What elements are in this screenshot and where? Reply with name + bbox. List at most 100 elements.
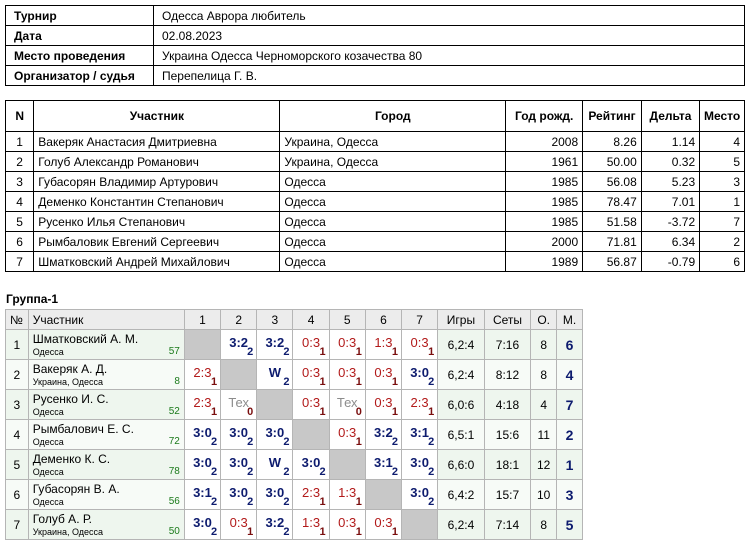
group-column-header: М.	[556, 309, 583, 330]
match-points: 2	[283, 496, 290, 508]
info-value: Одесса Аврора любитель	[153, 5, 745, 26]
group-column-header: 3	[256, 309, 294, 330]
match-result: 0:3 1	[330, 510, 365, 539]
games-cell: 6,5:1	[437, 419, 485, 450]
table-cell: 1.14	[640, 131, 701, 152]
match-result: 3:0 2	[293, 450, 328, 479]
player-city: Одесса	[32, 467, 64, 477]
self-match-cell	[256, 389, 294, 420]
player-name: Губасорян В. А.	[32, 482, 120, 496]
table-cell: -3.72	[640, 211, 701, 232]
match-result: 3:0 2	[185, 420, 220, 449]
player-rating: 50	[168, 526, 180, 537]
match-result: 3:0 2	[402, 480, 437, 509]
player-rating: 57	[168, 346, 180, 357]
match-result-cell: 0:3 1	[364, 389, 403, 420]
sets-cell: 18:1	[483, 449, 532, 480]
match-result-cell: 0:3 1	[364, 509, 403, 540]
table-cell: 50.00	[582, 151, 642, 172]
match-points: 1	[355, 346, 362, 358]
info-label: Место проведения	[5, 45, 154, 66]
match-points: 2	[283, 526, 290, 538]
table-cell: Одесса	[279, 171, 507, 192]
group-column-header: 1	[183, 309, 222, 330]
match-points: 1	[428, 406, 435, 418]
match-result: 3:0 2	[402, 450, 437, 479]
match-result-cell: 0:3 1	[328, 509, 366, 540]
player-rating: 78	[168, 466, 180, 477]
self-match-cell	[220, 359, 258, 390]
match-result: 1:3 1	[330, 480, 365, 509]
sets-cell: 15:6	[483, 419, 532, 450]
match-result-cell: 3:0 2	[183, 419, 222, 450]
match-result-cell: Тех 0	[328, 389, 366, 420]
group-player-cell: Рымбалович Е. С. Одесса 72	[27, 419, 185, 450]
player-city: Украина, Одесса	[32, 377, 104, 387]
match-points: 2	[283, 466, 290, 478]
match-result-cell: 3:0 2	[183, 449, 222, 480]
match-result-cell: 3:0 2	[400, 479, 439, 510]
table-cell: -0.79	[640, 251, 701, 272]
match-points: 1	[355, 376, 362, 388]
match-points: 2	[247, 436, 254, 448]
match-result: 2:3 1	[185, 360, 220, 389]
match-points: 1	[391, 346, 398, 358]
match-result: 0:3 1	[293, 360, 328, 389]
match-result-cell: 3:0 2	[256, 419, 294, 450]
table-cell: 3	[699, 171, 745, 192]
match-points: 1	[391, 376, 398, 388]
table-cell: 1985	[505, 191, 584, 212]
player-name: Рымбалович Е. С.	[32, 422, 134, 436]
column-header: N	[4, 100, 35, 132]
group-player-cell: Губасорян В. А. Одесса 56	[27, 479, 185, 510]
place-cell: 4	[556, 359, 583, 390]
match-points: 2	[247, 346, 254, 358]
match-points: 2	[283, 436, 290, 448]
match-result: 3:0 2	[402, 360, 437, 389]
place-cell: 3	[556, 479, 583, 510]
match-result: 3:0 2	[257, 480, 292, 509]
table-cell: 56.08	[582, 171, 642, 192]
table-cell: 1985	[505, 171, 584, 192]
points-cell: 10	[530, 479, 558, 510]
participants-table: N Участник Город Год рожд. Рейтинг Дельта Мест…	[4, 100, 745, 272]
group-column-header: №	[5, 309, 29, 330]
table-cell: 8.26	[582, 131, 642, 152]
match-result: 0:3 1	[366, 510, 401, 539]
column-header: Рейтинг	[582, 100, 642, 132]
player-info: Рымбалович Е. С. Одесса 72	[29, 420, 184, 449]
table-cell: 7.01	[640, 191, 701, 212]
match-points: 2	[283, 346, 290, 358]
match-result-cell: 1:3 1	[328, 479, 366, 510]
group-row-number: 5	[5, 449, 29, 480]
table-cell: Украина, Одесса	[279, 131, 507, 152]
table-cell: 6	[4, 231, 35, 252]
match-points: 1	[319, 406, 326, 418]
match-points: 1	[319, 376, 326, 388]
table-cell: Русенко Илья Степанович	[33, 211, 281, 232]
place-value: 6	[565, 336, 574, 353]
match-result: 3:0 2	[221, 450, 256, 479]
table-cell: 2000	[505, 231, 584, 252]
player-city: Одесса	[32, 497, 64, 507]
table-cell: 1	[4, 131, 35, 152]
games-cell: 6,4:2	[437, 479, 485, 510]
match-points: 0	[247, 406, 254, 418]
table-row: 1 Вакеряк Анастасия Дмитриевна Украина, Од…	[4, 131, 745, 152]
match-result: 3:0 2	[257, 420, 292, 449]
match-result: 3:2 2	[366, 420, 401, 449]
place-value: 1	[565, 456, 574, 473]
group-row: 2 Вакеряк А. Д. Украина, Одесса 8 2:3 1 W 2 0:3 1…	[5, 359, 583, 390]
group-row-number: 6	[5, 479, 29, 510]
table-cell: 2	[4, 151, 35, 172]
table-cell: Одесса	[279, 191, 507, 212]
table-cell: Шматковский Андрей Михайлович	[33, 251, 281, 272]
match-points: 1	[428, 346, 435, 358]
match-result-cell: 3:0 2	[400, 449, 439, 480]
match-result: 3:2 2	[257, 510, 292, 539]
match-result-cell: 0:3 1	[292, 389, 330, 420]
match-points: 2	[210, 436, 218, 448]
player-info: Русенко И. С. Одесса 52	[29, 390, 184, 419]
place-value: 3	[565, 486, 574, 503]
column-header: Участник	[33, 100, 281, 132]
